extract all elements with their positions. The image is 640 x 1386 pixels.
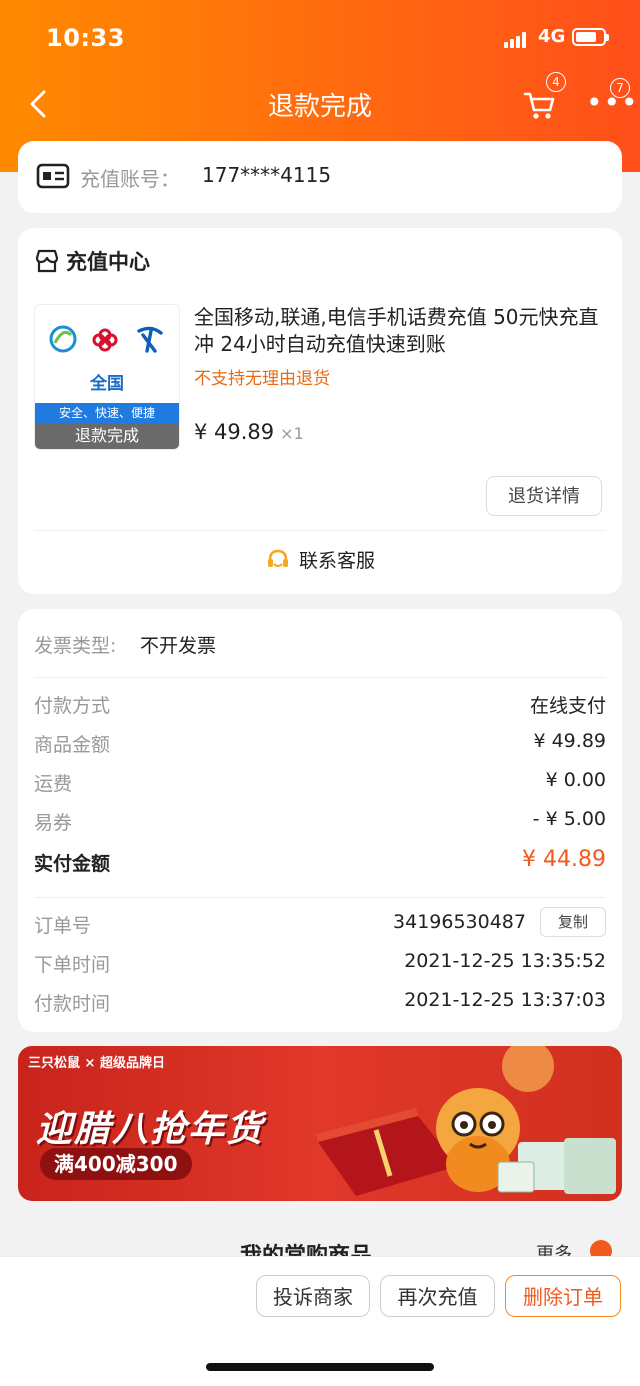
banner-promo: 满400减300 xyxy=(40,1148,192,1180)
divider xyxy=(34,677,606,678)
payment-method-row: 付款方式 在线支付 xyxy=(34,691,606,721)
gift-box-illustration-icon xyxy=(316,1046,616,1196)
product-card: 充值中心 全国 安全、快速、便捷 退款完成 全国移动,联通,电信手机话费充值 5… xyxy=(18,228,622,594)
id-card-icon xyxy=(36,163,70,189)
more-button[interactable]: ••• xyxy=(586,89,639,117)
order-info-card: 发票类型: 不开发票 付款方式 在线支付 商品金额 ¥ 49.89 运费 ¥ 0… xyxy=(18,609,622,1032)
product-title[interactable]: 全国移动,联通,电信手机话费充值 50元快充直冲 24小时自动充值快速到账 xyxy=(194,304,606,358)
payment-row-value: - ¥ 5.00 xyxy=(532,808,606,830)
invoice-row: 发票类型: 不开发票 xyxy=(34,631,606,661)
recharge-again-button[interactable]: 再次充值 xyxy=(380,1275,495,1317)
payment-row-label: 付款方式 xyxy=(34,695,111,717)
copy-order-id-button[interactable]: 复制 xyxy=(540,907,606,937)
payment-row-label: 商品金额 xyxy=(34,734,111,756)
order-created-label: 下单时间 xyxy=(34,954,111,976)
order-id-row: 订单号 34196530487 复制 xyxy=(34,907,606,941)
store-icon xyxy=(35,249,59,273)
account-value: 177****4115 xyxy=(202,163,332,187)
cart-badge: 4 xyxy=(546,72,566,92)
product-thumbnail[interactable]: 全国 安全、快速、便捷 退款完成 xyxy=(34,304,180,450)
account-card: 充值账号： 177****4115 xyxy=(18,141,622,213)
order-paid-label: 付款时间 xyxy=(34,993,111,1015)
signal-icon xyxy=(504,32,532,48)
home-indicator[interactable] xyxy=(206,1363,434,1371)
payment-row-label: 运费 xyxy=(34,773,73,795)
contact-service-button[interactable]: 联系客服 xyxy=(18,546,622,573)
invoice-value: 不开发票 xyxy=(140,635,217,657)
contact-service-label: 联系客服 xyxy=(298,550,375,572)
thumb-tagline: 安全、快速、便捷 xyxy=(35,403,179,423)
banner-brand: 三只松鼠 × 超级品牌日 xyxy=(28,1056,165,1071)
customer-service-icon xyxy=(267,549,288,567)
delete-order-button[interactable]: 删除订单 xyxy=(505,1275,621,1317)
account-label: 充值账号： xyxy=(80,167,180,191)
coupon-row: 易券 - ¥ 5.00 xyxy=(34,808,606,838)
product-qty: ×1 xyxy=(280,424,304,443)
message-badge: 7 xyxy=(610,78,630,98)
thumb-region: 全国 xyxy=(90,374,124,394)
total-value: ¥ 44.89 xyxy=(522,847,606,872)
payment-row-value: 在线支付 xyxy=(529,695,606,717)
invoice-label: 发票类型: xyxy=(34,635,117,657)
order-paid-value: 2021-12-25 13:37:03 xyxy=(404,989,606,1011)
shipping-row: 运费 ¥ 0.00 xyxy=(34,769,606,799)
shop-name[interactable]: 充值中心 xyxy=(66,246,150,276)
order-created-value: 2021-12-25 13:35:52 xyxy=(404,950,606,972)
battery-icon xyxy=(572,28,609,46)
status-bar: 10:33 4G xyxy=(0,0,640,76)
order-id-label: 订单号 xyxy=(34,915,92,937)
nav-bar: 退款完成 4 ••• 7 xyxy=(0,72,640,132)
order-created-row: 下单时间 2021-12-25 13:35:52 xyxy=(34,950,606,980)
goods-amount-row: 商品金额 ¥ 49.89 xyxy=(34,730,606,760)
order-id-value: 34196530487 xyxy=(393,911,526,933)
total-label: 实付金额 xyxy=(34,853,111,875)
product-price: ¥ 49.89 xyxy=(194,420,275,444)
divider xyxy=(34,530,606,531)
divider xyxy=(34,897,606,898)
payment-row-value: ¥ 0.00 xyxy=(545,769,606,791)
network-type: 4G xyxy=(538,26,566,47)
order-paid-row: 付款时间 2021-12-25 13:37:03 xyxy=(34,989,606,1019)
payment-row-label: 易券 xyxy=(34,812,73,834)
status-time: 10:33 xyxy=(46,24,125,52)
promo-banner[interactable]: 三只松鼠 × 超级品牌日 迎腊八抢年货 满400减300 xyxy=(18,1046,622,1201)
product-price-line: ¥ 49.89 ×1 xyxy=(194,420,304,444)
carrier-logos-icon xyxy=(49,325,163,353)
thumb-status: 退款完成 xyxy=(35,423,179,449)
complain-button[interactable]: 投诉商家 xyxy=(256,1275,370,1317)
return-detail-button[interactable]: 退货详情 xyxy=(486,476,602,516)
banner-headline: 迎腊八抢年货 xyxy=(36,1109,265,1150)
return-policy-note: 不支持无理由退货 xyxy=(194,369,330,389)
total-row: 实付金额 ¥ 44.89 xyxy=(34,847,606,879)
payment-row-value: ¥ 49.89 xyxy=(533,730,606,752)
